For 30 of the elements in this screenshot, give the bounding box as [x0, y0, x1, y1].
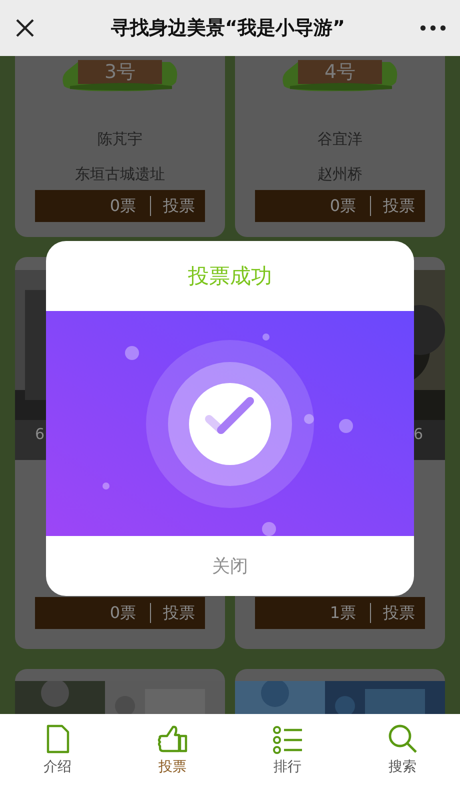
close-icon[interactable]: [14, 17, 36, 39]
modal-title: 投票成功: [188, 263, 272, 290]
place-name: 东垣古城遗址: [74, 165, 166, 184]
vote-count: 0票: [108, 602, 137, 624]
page-title: 寻找身边美景“我是小导游”: [110, 16, 346, 41]
check-badge-icon: [146, 340, 314, 508]
sign-number: 3号: [104, 60, 136, 84]
place-name: 赵州桥: [316, 165, 364, 184]
photo-caption: 6: [35, 425, 45, 443]
tab[interactable]: 投票: [115, 714, 230, 785]
vote-button[interactable]: 投票: [371, 196, 425, 216]
vote-count: 0票: [108, 196, 137, 216]
photo-caption: 6: [413, 425, 423, 443]
contestant-name: 陈芃宇: [96, 130, 144, 149]
vote-count: 1票: [328, 602, 357, 624]
search-icon: [388, 724, 418, 754]
sign-number: 4号: [324, 60, 356, 84]
thumbs-up-icon: [156, 724, 188, 754]
document-icon: [46, 724, 70, 754]
contestant-name: 谷宜洋: [316, 130, 364, 149]
tab[interactable]: 介绍: [0, 714, 115, 785]
more-icon[interactable]: [420, 25, 446, 31]
list-icon: [272, 726, 302, 754]
vote-button[interactable]: 投票: [151, 196, 205, 216]
vote-button[interactable]: 投票: [151, 602, 205, 624]
vote-button[interactable]: 投票: [371, 602, 425, 624]
tab[interactable]: 搜索: [345, 714, 460, 785]
close-button[interactable]: 关闭: [202, 550, 258, 582]
tab[interactable]: 排行: [230, 714, 345, 785]
vote-count: 0票: [328, 196, 357, 216]
